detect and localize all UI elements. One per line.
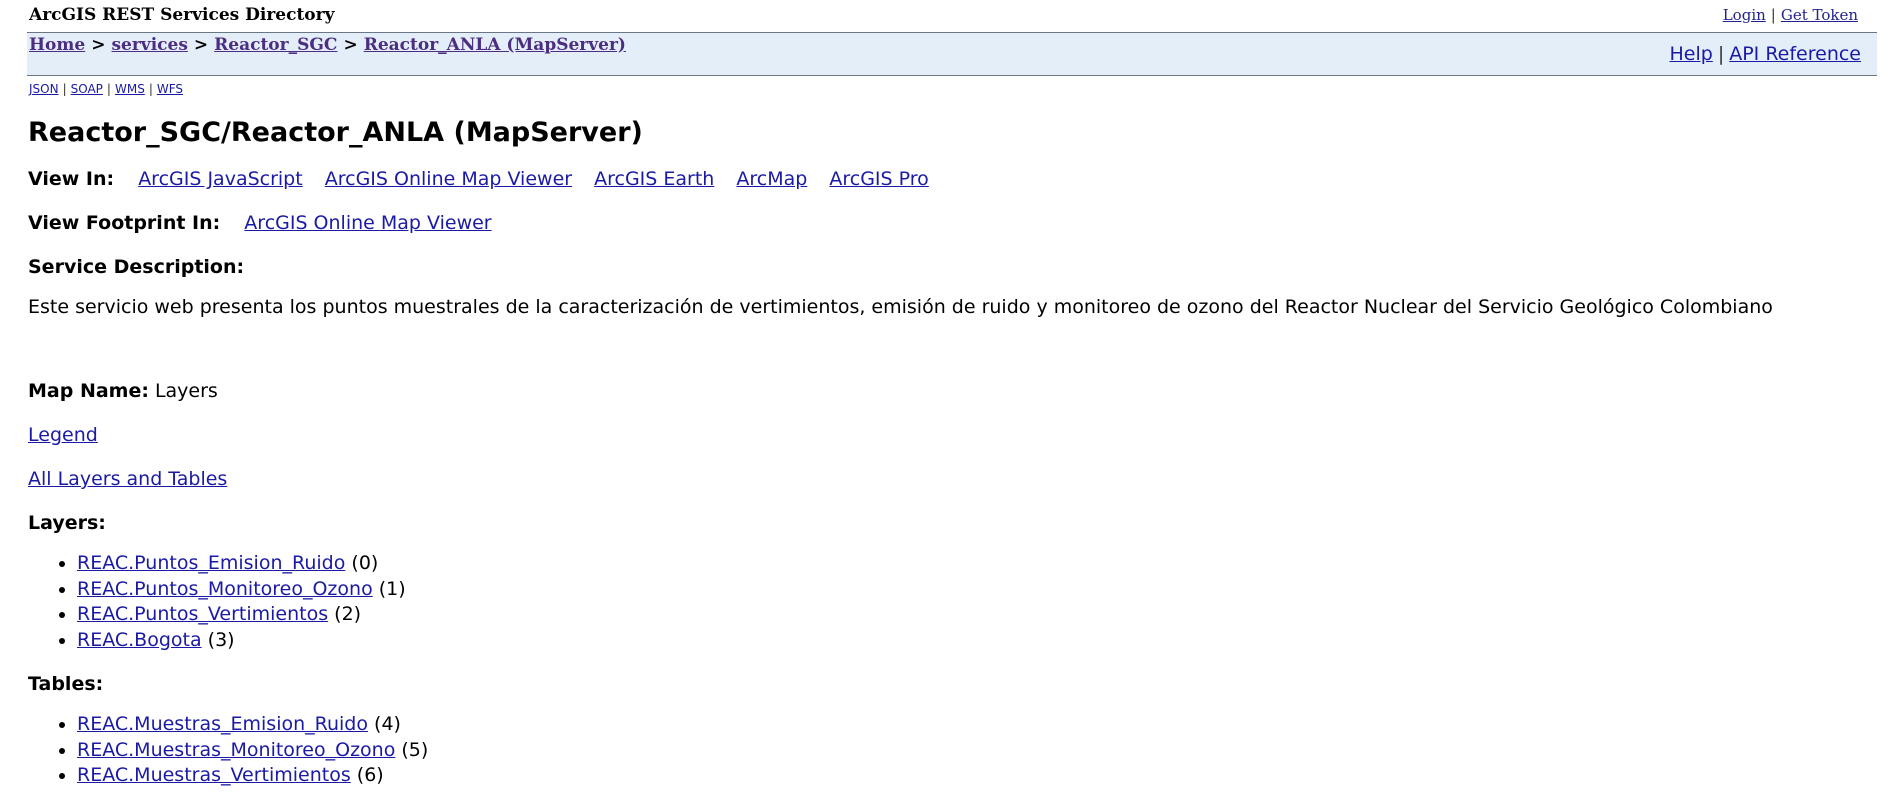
nav-bar: Home > services > Reactor_SGC > Reactor_ANLA (… (27, 32, 1877, 76)
tables-heading: Tables: (28, 673, 121, 695)
title-bar: ArcGIS REST Services Directory Login | Get… (0, 0, 1892, 32)
table-link[interactable]: REAC.Muestras_Vertimientos (77, 764, 351, 786)
view-in-arcgis-earth-link[interactable]: ArcGIS Earth (594, 168, 714, 190)
separator: | (1717, 43, 1725, 65)
footprint-online-map-viewer-link[interactable]: ArcGIS Online Map Viewer (244, 212, 491, 234)
page-title: Reactor_SGC/Reactor_ANLA (MapServer) (28, 117, 643, 148)
list-item: REAC.Bogota (3) (77, 628, 406, 654)
tables-label: Tables: (28, 673, 104, 695)
view-in-online-map-viewer-link[interactable]: ArcGIS Online Map Viewer (325, 168, 572, 190)
get-token-link[interactable]: Get Token (1781, 6, 1858, 24)
table-link[interactable]: REAC.Muestras_Monitoreo_Ozono (77, 739, 395, 761)
table-link[interactable]: REAC.Muestras_Emision_Ruido (77, 713, 368, 735)
layer-id: (1) (378, 577, 406, 600)
login-link[interactable]: Login (1723, 6, 1766, 24)
wms-link[interactable]: WMS (115, 82, 145, 96)
soap-link[interactable]: SOAP (71, 82, 103, 96)
layers-label: Layers: (28, 512, 106, 534)
view-in-arcgis-javascript-link[interactable]: ArcGIS JavaScript (138, 168, 303, 190)
view-in-row: View In: ArcGIS JavaScript ArcGIS Online… (28, 168, 945, 190)
user-links: Login | Get Token (1723, 6, 1858, 24)
breadcrumb-home[interactable]: Home (29, 35, 85, 55)
breadcrumb-folder[interactable]: Reactor_SGC (214, 35, 337, 55)
layers-heading: Layers: (28, 512, 124, 534)
separator: | (62, 82, 67, 96)
separator: | (106, 82, 111, 96)
layer-id: (0) (351, 552, 379, 574)
help-links: Help | API Reference (1669, 43, 1861, 65)
list-item: REAC.Puntos_Monitoreo_Ozono (1) (77, 577, 406, 603)
view-footprint-label: View Footprint In: (28, 212, 221, 234)
format-links: JSON | SOAP | WMS | WFS (29, 82, 183, 96)
table-id: (6) (356, 764, 384, 786)
breadcrumb-current[interactable]: Reactor_ANLA (MapServer) (364, 35, 626, 55)
breadcrumb-divider: > (91, 35, 106, 55)
view-in-label: View In: (28, 168, 115, 190)
service-description-text: Este servicio web presenta los puntos mu… (28, 296, 1773, 318)
view-in-arcgis-pro-link[interactable]: ArcGIS Pro (829, 168, 928, 190)
list-item: REAC.Muestras_Emision_Ruido (4) (77, 712, 428, 738)
tables-list: REAC.Muestras_Emision_Ruido (4) REAC.Mue… (28, 712, 428, 789)
table-id: (4) (374, 713, 401, 735)
map-name-row: Map Name: Layers (28, 380, 218, 402)
layer-id: (3) (207, 628, 235, 651)
view-footprint-row: View Footprint In: ArcGIS Online Map Vie… (28, 212, 508, 234)
legend-row: Legend (28, 424, 114, 446)
service-description-heading: Service Description: (28, 256, 262, 278)
breadcrumb-divider: > (193, 35, 209, 55)
list-item: REAC.Muestras_Vertimientos (6) (77, 763, 428, 789)
map-name-label: Map Name: (28, 380, 149, 402)
map-name-value: Layers (154, 380, 218, 402)
all-layers-row: All Layers and Tables (28, 468, 243, 490)
help-link[interactable]: Help (1669, 43, 1712, 65)
layer-id: (2) (334, 603, 362, 625)
layer-link[interactable]: REAC.Bogota (77, 629, 202, 651)
legend-link[interactable]: Legend (28, 424, 98, 446)
all-layers-and-tables-link[interactable]: All Layers and Tables (28, 468, 227, 490)
json-link[interactable]: JSON (29, 82, 59, 96)
service-description-label: Service Description: (28, 256, 245, 278)
separator: | (1770, 6, 1776, 24)
separator: | (148, 82, 153, 96)
list-item: REAC.Muestras_Monitoreo_Ozono (5) (77, 738, 428, 764)
layer-link[interactable]: REAC.Puntos_Emision_Ruido (77, 552, 345, 574)
view-in-arcmap-link[interactable]: ArcMap (736, 168, 807, 190)
api-reference-link[interactable]: API Reference (1729, 43, 1861, 65)
breadcrumb: Home > services > Reactor_SGC > Reactor_ANLA (… (29, 35, 626, 55)
layer-link[interactable]: REAC.Puntos_Monitoreo_Ozono (77, 578, 373, 600)
breadcrumb-services[interactable]: services (111, 35, 187, 55)
wfs-link[interactable]: WFS (157, 82, 183, 96)
table-id: (5) (401, 738, 429, 761)
list-item: REAC.Puntos_Emision_Ruido (0) (77, 551, 406, 577)
layers-list: REAC.Puntos_Emision_Ruido (0) REAC.Punto… (28, 551, 406, 653)
breadcrumb-divider: > (343, 35, 358, 55)
layer-link[interactable]: REAC.Puntos_Vertimientos (77, 603, 328, 625)
app-title: ArcGIS REST Services Directory (29, 5, 335, 25)
list-item: REAC.Puntos_Vertimientos (2) (77, 602, 406, 628)
